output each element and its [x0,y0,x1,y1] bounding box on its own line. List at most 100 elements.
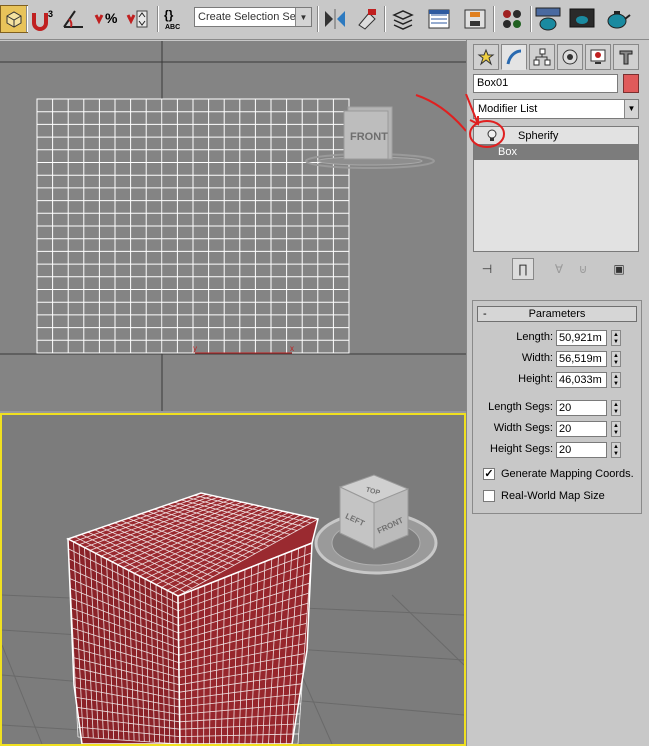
height-field[interactable]: 46,033m [556,372,607,388]
generate-mapping-label: Generate Mapping Coords. [501,468,634,480]
height-param: Height: [472,372,553,388]
angle-snap-button[interactable] [60,5,88,33]
remove-modifier-button[interactable]: ⊍ [572,258,594,280]
viewcube-front-label: FRONT [350,131,388,143]
tab-display[interactable] [585,44,611,70]
schematic-view-icon [464,9,486,29]
curve-editor-icon [428,9,450,29]
toolbar-separator [26,6,28,32]
width-segs-param: Width Segs: [472,421,553,437]
snap-3d-icon: 3 [32,9,53,31]
spinner-snap-button[interactable] [124,5,152,33]
width-param: Width: [472,351,553,367]
tab-utilities[interactable] [613,44,639,70]
selection-set-dropdown[interactable]: Create Selection Set ▼ [194,7,312,27]
toolbar-separator [317,6,319,32]
rendered-frame-icon [569,8,595,28]
annotation-arrow [415,94,466,132]
box-mesh [66,492,319,744]
length-segs-label: Length Segs: [488,401,553,413]
top-viewport-canvas: y x FRONT [0,41,466,411]
layer-manager-icon [392,10,414,30]
generate-mapping-checkbox[interactable]: ✓ [483,468,495,480]
command-panel-tabs [473,44,645,72]
length-label: Length: [516,331,553,343]
select-object-icon [6,11,22,28]
make-unique-button[interactable]: ∀ [548,258,570,280]
trash-icon: ⊍ [578,262,588,276]
configure-modifier-sets-button[interactable]: ▣ [608,258,630,280]
main-toolbar: 3 % {} ABC Create Selection Set ▼ [0,0,649,40]
svg-text:{}: {} [164,8,174,22]
height-segs-field[interactable]: 20 [556,442,607,458]
align-icon [358,9,376,30]
snap-3d-button[interactable]: 3 [29,5,57,33]
viewcube-perspective-viewport[interactable]: TOP LEFT FRONT [314,474,438,575]
percent-snap-button[interactable]: % [92,5,120,33]
utilities-icon [619,50,633,65]
toolbar-separator [157,6,159,32]
svg-text:y: y [193,344,197,353]
mirror-button[interactable] [321,5,349,33]
length-spinner[interactable]: ▲ ▼ [611,330,621,346]
perspective-viewport-canvas: TOP LEFT FRONT [2,474,464,744]
motion-icon [562,49,578,65]
create-icon [477,48,495,66]
tab-create[interactable] [473,44,499,70]
length-field[interactable]: 50,921m [556,330,607,346]
pin-icon: ⊣ [481,262,493,276]
tab-hierarchy[interactable] [529,44,555,70]
length-param: Length: [472,330,553,346]
selection-set-text: Create Selection Set [198,11,299,23]
render-production-button[interactable] [603,5,631,33]
chevron-down-icon[interactable]: ▼ [624,100,638,118]
object-color-swatch[interactable] [623,74,639,93]
collapse-icon: - [483,308,487,320]
align-button[interactable] [354,5,382,33]
width-spinner[interactable]: ▲ ▼ [611,351,621,367]
show-end-result-button[interactable]: ∏ [512,258,534,280]
real-world-map-size-label: Real-World Map Size [501,490,605,502]
percent-snap-icon: % [94,10,118,26]
modifier-list-dropdown[interactable]: Modifier List ▼ [473,99,639,119]
width-field[interactable]: 56,519m [556,351,607,367]
select-object-button[interactable] [0,5,28,33]
length-segs-param: Length Segs: [472,400,553,416]
perspective-viewport[interactable]: TOP LEFT FRONT [0,413,466,746]
length-segs-spinner[interactable]: ▲ ▼ [611,400,621,416]
rendered-frame-button[interactable] [568,5,596,33]
mirror-icon [325,9,345,29]
height-segs-param: Height Segs: [472,442,553,458]
length-segs-field[interactable]: 20 [556,400,607,416]
make-unique-icon: ∀ [554,262,564,276]
parameters-rollout-header[interactable]: - Parameters [477,306,637,322]
chevron-down-icon[interactable]: ▼ [295,8,311,26]
svg-text:x: x [290,344,294,353]
edit-named-selection-button[interactable]: {} ABC [162,5,190,33]
object-name-field[interactable]: Box01 [473,74,618,93]
render-setup-button[interactable] [534,5,562,33]
curve-editor-button[interactable] [425,5,453,33]
top-viewport[interactable]: y x FRONT [0,41,466,411]
svg-text:%: % [105,10,118,26]
width-label: Width: [521,352,553,364]
toolbar-separator [384,6,386,32]
pin-stack-button[interactable]: ⊣ [476,258,498,280]
render-production-icon [607,11,631,29]
tab-modify[interactable] [501,44,527,70]
hierarchy-icon [533,48,551,66]
tab-motion[interactable] [557,44,583,70]
layer-manager-button[interactable] [389,5,417,33]
material-editor-button[interactable] [498,5,526,33]
width-segs-spinner[interactable]: ▲ ▼ [611,421,621,437]
height-spinner[interactable]: ▲ ▼ [611,372,621,388]
schematic-view-button[interactable] [461,5,489,33]
named-selection-icon: {} ABC [164,8,180,31]
toolbar-separator [493,6,495,32]
annotation-arrowhead [465,94,479,126]
spinner-snap-icon [126,10,148,28]
width-segs-field[interactable]: 20 [556,421,607,437]
end-result-icon: ∏ [518,262,528,276]
real-world-map-size-checkbox[interactable] [483,490,495,502]
height-segs-spinner[interactable]: ▲ ▼ [611,442,621,458]
